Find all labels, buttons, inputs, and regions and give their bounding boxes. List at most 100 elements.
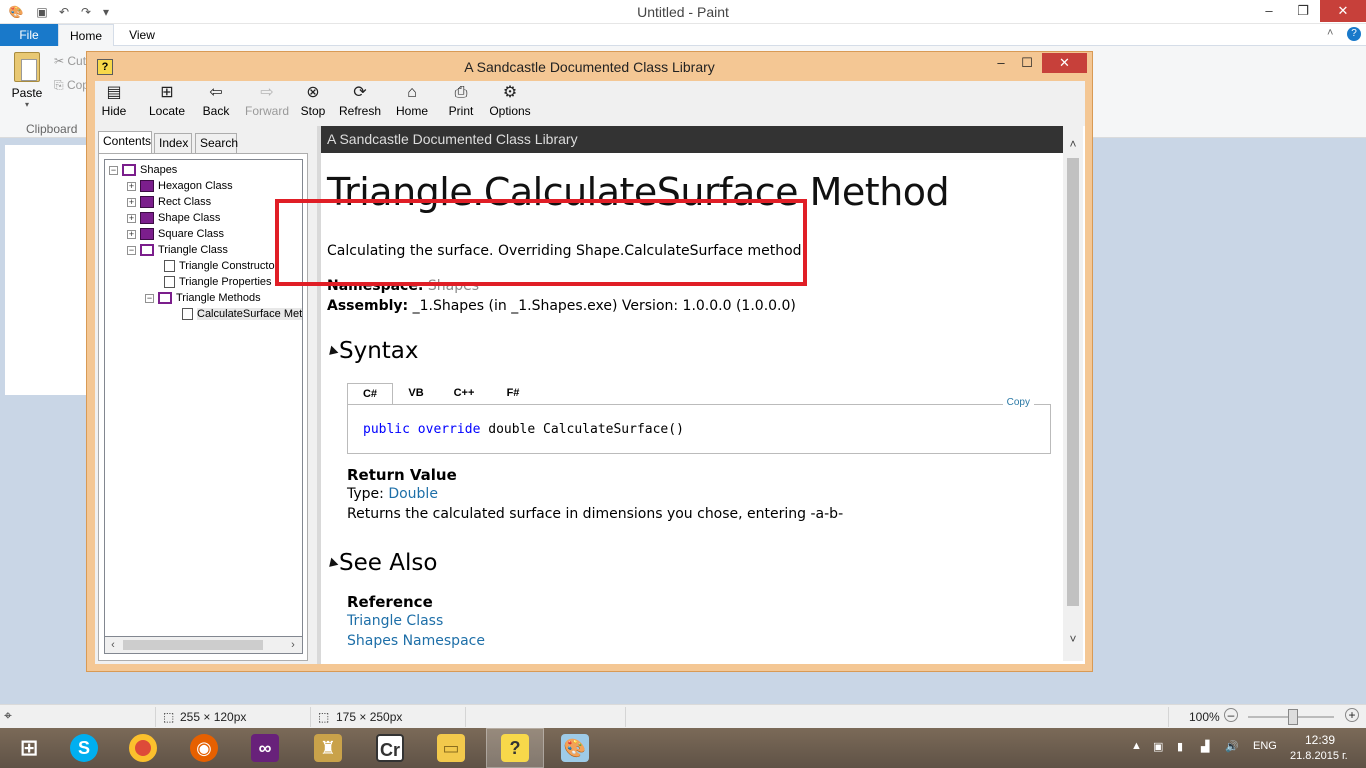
clock-date[interactable]: 21.8.2015 г. — [1290, 750, 1348, 762]
return-type-line: Type: Double — [347, 486, 438, 502]
signal-strength-icon[interactable]: ▟ — [1201, 740, 1209, 753]
code-tab-vb[interactable]: VB — [393, 383, 439, 405]
skype-icon: S — [70, 734, 98, 762]
triangle-class-link[interactable]: Triangle Class — [347, 613, 443, 629]
taskbar-firefox[interactable]: ◉ — [175, 728, 233, 768]
tree-node-rect-class[interactable]: + Rect Class — [127, 194, 211, 210]
print-label: Print — [448, 104, 474, 118]
tab-home[interactable]: Home — [58, 24, 114, 47]
battery-icon[interactable]: ▮ — [1177, 740, 1183, 753]
syntax-section-toggle[interactable]: Syntax — [325, 338, 419, 364]
hide-pane-icon: ▤ — [106, 84, 122, 101]
taskbar-skype[interactable]: S — [55, 728, 113, 768]
scroll-up-icon[interactable]: ˄ — [1063, 134, 1083, 154]
folder-icon: ▭ — [437, 734, 465, 762]
restore-button[interactable]: ❐ — [1286, 0, 1320, 22]
expand-icon[interactable]: + — [127, 197, 136, 207]
tree-node-calculatesurface-method[interactable]: CalculateSurface Method — [182, 306, 302, 322]
paste-label: Paste — [11, 86, 43, 100]
taskbar: ⊞ S ◉ ∞ ♜ Cr ▭ ? 🎨 ▲ ▣ ▮ ▟ 🔊 ENG 12:39 2… — [0, 728, 1366, 768]
tree-node-hexagon-class[interactable]: + Hexagon Class — [127, 178, 233, 194]
network-disconnected-icon[interactable]: ▣ — [1153, 740, 1163, 753]
code-tab-fsharp[interactable]: F# — [490, 383, 536, 405]
help-close-button[interactable]: ✕ — [1042, 53, 1087, 73]
refresh-button[interactable]: ⟳ Refresh — [335, 83, 385, 123]
minimize-button[interactable]: – — [1252, 0, 1286, 22]
shapes-namespace-link[interactable]: Shapes Namespace — [347, 633, 485, 649]
tree-node-triangle-class[interactable]: − Triangle Class — [127, 242, 228, 258]
tree-node-shapes[interactable]: − Shapes — [109, 162, 177, 178]
open-book-icon — [140, 244, 154, 257]
tab-index[interactable]: Index — [154, 133, 192, 153]
hide-button[interactable]: ▤ Hide — [95, 83, 133, 123]
stop-button[interactable]: ⊗ Stop — [293, 83, 333, 123]
tree-node-triangle-properties[interactable]: Triangle Properties — [164, 274, 272, 290]
scroll-left-icon[interactable]: ‹ — [105, 637, 121, 653]
input-language[interactable]: ENG — [1253, 740, 1277, 752]
minimize-ribbon-icon[interactable]: ˄ — [1327, 27, 1333, 39]
tab-contents[interactable]: Contents — [98, 131, 152, 154]
help-maximize-button[interactable]: ☐ — [1013, 53, 1041, 73]
cr-app-icon: Cr — [376, 734, 404, 762]
help-minimize-button[interactable]: – — [987, 53, 1015, 73]
taskbar-paint[interactable]: 🎨 — [546, 728, 604, 768]
taskbar-visual-studio[interactable]: ∞ — [236, 728, 294, 768]
zoom-out-icon[interactable]: – — [1224, 708, 1238, 722]
code-signature: public override double CalculateSurface(… — [363, 422, 684, 437]
contents-tree[interactable]: − Shapes + Hexagon Class + Rect Class + Shap… — [104, 159, 303, 637]
collapse-icon[interactable]: − — [127, 245, 136, 255]
expand-icon[interactable]: + — [127, 213, 136, 223]
forward-button[interactable]: ⇨ Forward — [241, 83, 293, 123]
tree-scroll-thumb[interactable] — [123, 640, 263, 650]
print-button[interactable]: ⎙ Print — [441, 83, 481, 123]
zoom-slider-thumb[interactable] — [1288, 709, 1298, 725]
tree-node-triangle-methods[interactable]: − Triangle Methods — [145, 290, 261, 306]
options-button[interactable]: ⚙ Options — [485, 83, 535, 123]
content-scroll-thumb[interactable] — [1067, 158, 1079, 606]
collapse-icon[interactable]: − — [145, 293, 154, 303]
expand-icon[interactable]: + — [127, 181, 136, 191]
expand-icon[interactable]: + — [127, 229, 136, 239]
tab-search[interactable]: Search — [195, 133, 238, 153]
scroll-right-icon[interactable]: › — [285, 637, 301, 653]
locate-button[interactable]: ⊞ Locate — [137, 83, 197, 123]
taskbar-sandcastle[interactable]: ♜ — [299, 728, 357, 768]
start-button[interactable]: ⊞ — [0, 728, 58, 768]
return-type-link[interactable]: Double — [388, 486, 438, 502]
tree-node-shape-class[interactable]: + Shape Class — [127, 210, 220, 226]
copy-code-link[interactable]: Copy — [1002, 397, 1034, 408]
syntax-heading: Syntax — [339, 338, 419, 364]
home-button[interactable]: ⌂ Home — [387, 83, 437, 123]
taskbar-help-viewer[interactable]: ? — [486, 728, 544, 768]
paste-button[interactable]: Paste ▾ — [6, 52, 48, 112]
cut-button[interactable]: ✂ Cut — [54, 54, 86, 68]
taskbar-code-runner[interactable]: Cr — [361, 728, 419, 768]
close-button[interactable]: ✕ — [1320, 0, 1366, 22]
nav-tabs: Contents Index Search — [98, 131, 308, 154]
taskbar-chrome[interactable] — [114, 728, 172, 768]
taskbar-file-explorer[interactable]: ▭ — [422, 728, 480, 768]
zoom-in-icon[interactable]: + — [1345, 708, 1359, 722]
code-tab-cpp[interactable]: C++ — [441, 383, 487, 405]
scroll-down-icon[interactable]: ˅ — [1063, 629, 1083, 649]
open-book-icon — [122, 164, 136, 177]
tree-node-square-class[interactable]: + Square Class — [127, 226, 224, 242]
code-tab-csharp[interactable]: C# — [347, 383, 393, 405]
code-keyword-public: public — [363, 422, 410, 437]
volume-icon[interactable]: 🔊 — [1225, 740, 1239, 753]
content-header-bar: A Sandcastle Documented Class Library — [321, 126, 1063, 153]
clock-time[interactable]: 12:39 — [1305, 733, 1335, 747]
see-also-heading: See Also — [339, 550, 438, 576]
back-button[interactable]: ⇦ Back — [193, 83, 239, 123]
help-icon[interactable]: ? — [1347, 27, 1361, 41]
tab-view[interactable]: View — [120, 24, 164, 46]
selection-size-icon: ⬚ — [163, 710, 175, 724]
collapse-icon[interactable]: − — [109, 165, 118, 175]
content-vertical-scrollbar[interactable]: ˄ ˅ — [1063, 126, 1083, 661]
cursor-position-icon: ⌖ — [4, 707, 12, 723]
tree-node-triangle-constructor[interactable]: Triangle Constructor — [164, 258, 278, 274]
tree-horizontal-scrollbar[interactable]: ‹ › — [104, 637, 303, 654]
show-hidden-icons[interactable]: ▲ — [1131, 740, 1142, 752]
see-also-section-toggle[interactable]: See Also — [325, 550, 438, 576]
tab-file[interactable]: File — [0, 24, 58, 46]
